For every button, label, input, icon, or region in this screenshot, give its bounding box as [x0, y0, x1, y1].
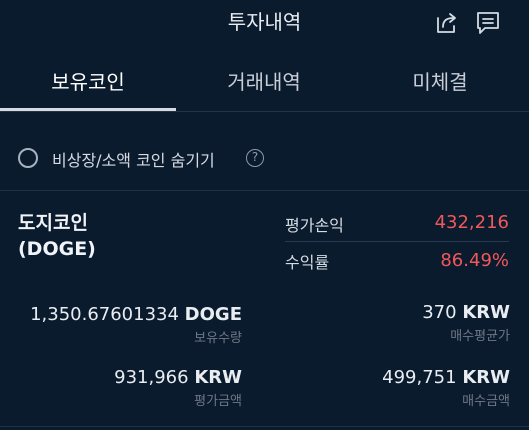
- profit-loss-value: 432,216: [434, 212, 509, 233]
- holding-quantity: 1,350.67601334 DOGE 보유수량: [30, 304, 242, 346]
- coin-symbol: (DOGE): [18, 238, 96, 260]
- tab-pending[interactable]: 미체결: [352, 56, 528, 108]
- holding-quantity-value: 1,350.67601334: [30, 304, 179, 325]
- evaluation-amount-value: 931,966: [114, 367, 189, 388]
- return-rate-label: 수익률: [285, 253, 330, 272]
- share-icon[interactable]: [432, 8, 462, 38]
- hide-small-coins-row[interactable]: 비상장/소액 코인 숨기기 ?: [0, 140, 529, 178]
- return-rate-value: 86.49%: [440, 250, 509, 271]
- header: 투자내역: [0, 0, 529, 46]
- tab-bar: 보유코인 거래내역 미체결: [0, 56, 529, 112]
- holding-quantity-unit: DOGE: [184, 304, 242, 325]
- help-icon[interactable]: ?: [246, 149, 264, 167]
- bottom-divider: [0, 426, 529, 427]
- evaluation-amount-label: 평가금액: [194, 394, 242, 409]
- average-buy-price-label: 매수평균가: [450, 329, 510, 344]
- holding-quantity-label: 보유수량: [194, 331, 242, 346]
- hide-small-coins-label: 비상장/소액 코인 숨기기: [52, 151, 215, 170]
- profit-divider: [285, 241, 509, 242]
- screen: 투자내역 보유코인 거래내역 미체결 비상장/소액 코인 숨기기 ? 도지코인 …: [0, 0, 529, 430]
- coin-name: 도지코인 (DOGE): [18, 210, 96, 262]
- tab-history[interactable]: 거래내역: [176, 56, 352, 108]
- memo-icon[interactable]: [473, 8, 503, 38]
- evaluation-amount: 931,966 KRW 평가금액: [114, 367, 242, 409]
- profit-loss-label: 평가손익: [285, 216, 344, 235]
- buy-amount-label: 매수금액: [462, 394, 510, 409]
- average-buy-price: 370 KRW 매수평균가: [422, 302, 510, 344]
- tabs-divider: [0, 111, 529, 112]
- hide-small-coins-radio[interactable]: [18, 148, 38, 168]
- coin-name-korean: 도지코인: [18, 212, 88, 234]
- section-divider: [0, 190, 529, 191]
- tab-holdings[interactable]: 보유코인: [0, 56, 176, 108]
- buy-amount: 499,751 KRW 매수금액: [382, 367, 510, 409]
- average-buy-price-value: 370: [422, 302, 457, 323]
- buy-amount-unit: KRW: [462, 367, 510, 388]
- average-buy-price-unit: KRW: [462, 302, 510, 323]
- evaluation-amount-unit: KRW: [194, 367, 242, 388]
- buy-amount-value: 499,751: [382, 367, 457, 388]
